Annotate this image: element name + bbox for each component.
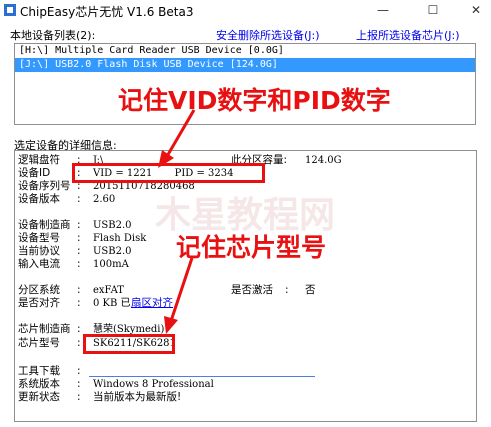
separator: : xyxy=(77,245,81,257)
fs-label: 分区系统 xyxy=(18,284,60,296)
partition-capacity-value: 124.0G xyxy=(305,155,342,166)
separator: : xyxy=(77,232,81,244)
os-label: 系统版本 xyxy=(18,378,60,390)
arrow-icon xyxy=(158,109,196,168)
separator: : xyxy=(77,378,81,390)
protocol-label: 当前协议 xyxy=(18,245,60,257)
separator: : xyxy=(77,219,81,231)
window-title: ChipEasy芯片无忧 V1.6 Beta3 xyxy=(20,5,194,19)
serial-label: 设备序列号 xyxy=(18,180,71,192)
version-value: 2.60 xyxy=(93,194,116,205)
version-label: 设备版本 xyxy=(18,193,60,205)
activated-label: 是否激活 xyxy=(231,284,273,296)
device-list-item-selected[interactable]: [J:\] USB2.0 Flash Disk USB Device [124.… xyxy=(15,58,475,72)
aligned-label: 是否对齐 xyxy=(18,297,60,309)
logical-drive-label: 逻辑盘符 xyxy=(18,154,60,166)
separator: : xyxy=(77,323,81,335)
current-label: 输入电流 xyxy=(18,258,60,270)
model-label: 设备型号 xyxy=(18,232,60,244)
separator: : xyxy=(77,193,81,205)
manufacturer-label: 设备制造商 xyxy=(18,219,71,231)
separator: : xyxy=(77,284,81,296)
device-id-label: 设备ID xyxy=(18,167,51,179)
app-window: ChipEasy芯片无忧 V1.6 Beta3 — ☐ ✕ 本地设备列表(2):… xyxy=(0,0,491,427)
fs-value: exFAT xyxy=(93,285,124,296)
vid-pid-highlight-box xyxy=(72,163,265,183)
device-list-item[interactable]: [H:\] Multiple Card Reader USB Device [0… xyxy=(15,44,475,58)
chip-model-label: 芯片型号 xyxy=(18,337,60,349)
manufacturer-value: USB2.0 xyxy=(93,220,132,231)
upload-chip-link[interactable]: 上报所选设备芯片(J:) xyxy=(356,27,460,43)
chip-model-highlight-box xyxy=(83,334,175,354)
update-value: 当前版本为最新版! xyxy=(93,391,182,403)
separator: : xyxy=(77,391,81,403)
safe-remove-link[interactable]: 安全删除所选设备(J:) xyxy=(216,27,320,43)
maximize-button[interactable]: ☐ xyxy=(420,1,446,19)
aligned-value: 0 KB 已 xyxy=(93,298,131,309)
tool-download-link-line[interactable] xyxy=(89,376,315,377)
arrow-icon xyxy=(164,257,194,334)
separator: : xyxy=(77,337,81,349)
separator: : xyxy=(285,284,289,296)
protocol-value: USB2.0 xyxy=(93,246,132,257)
app-icon xyxy=(4,4,16,16)
update-label: 更新状态 xyxy=(18,391,60,403)
title-bar[interactable]: ChipEasy芯片无忧 V1.6 Beta3 — ☐ ✕ xyxy=(0,0,491,22)
activated-value: 否 xyxy=(305,284,316,296)
current-value: 100mA xyxy=(93,259,129,270)
separator: : xyxy=(77,365,81,377)
details-panel: 逻辑盘符 : J:\ 此分区容量: 124.0G 设备ID : VID = 12… xyxy=(14,150,477,422)
separator: : xyxy=(77,258,81,270)
minimize-button[interactable]: — xyxy=(370,1,396,19)
device-list-label: 本地设备列表(2): xyxy=(10,29,96,42)
close-button[interactable]: ✕ xyxy=(463,1,489,19)
tool-download-label: 工具下载 xyxy=(18,365,60,377)
separator: : xyxy=(77,297,81,309)
model-value: Flash Disk xyxy=(93,233,147,244)
os-value: Windows 8 Professional xyxy=(93,379,214,390)
chip-vendor-label: 芯片制造商 xyxy=(18,323,71,335)
